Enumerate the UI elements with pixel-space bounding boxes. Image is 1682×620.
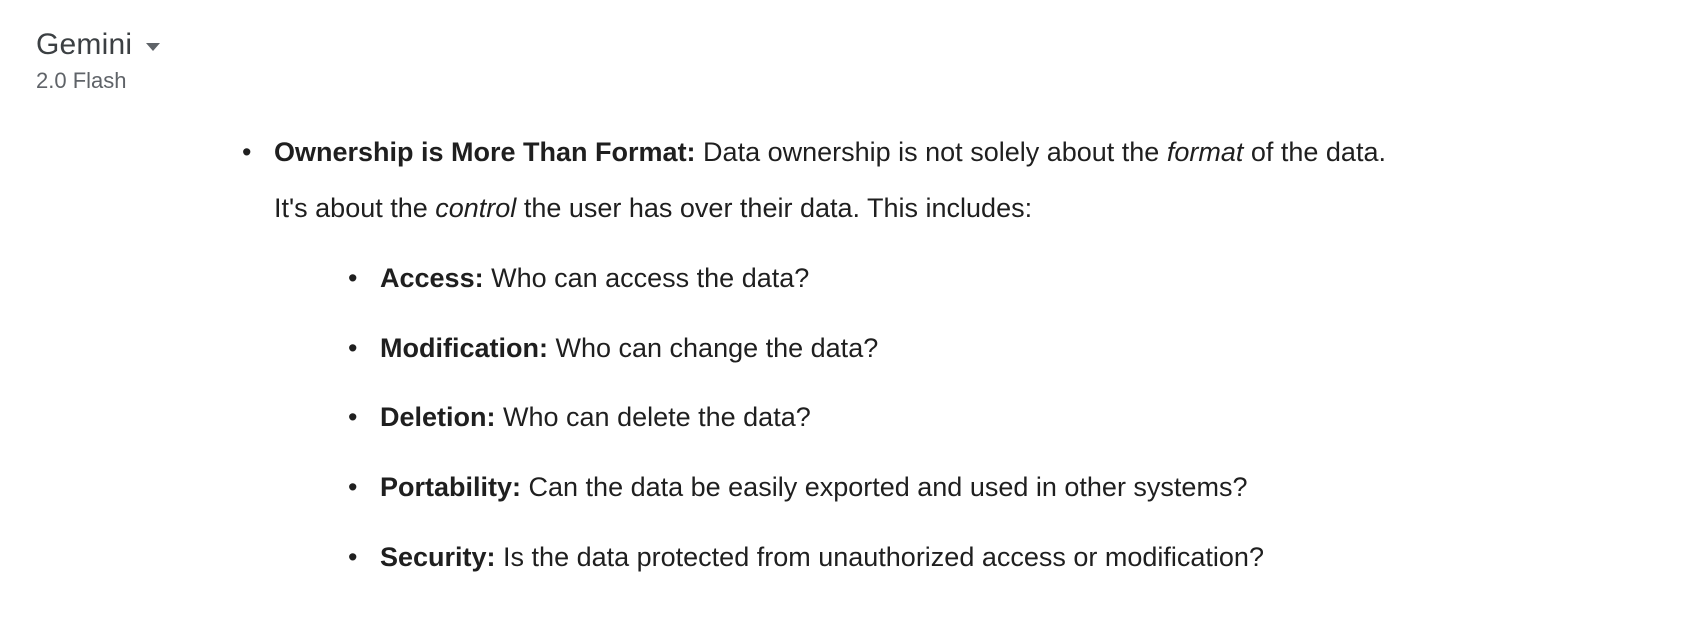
- main-italic-2: control: [435, 193, 516, 223]
- sub-label: Modification:: [380, 333, 548, 363]
- header: Gemini 2.0 Flash: [0, 0, 1682, 94]
- sub-label: Deletion:: [380, 402, 496, 432]
- model-version: 2.0 Flash: [36, 68, 1682, 94]
- main-line2: It's about the control the user has over…: [274, 188, 1662, 230]
- main-italic-1: format: [1167, 137, 1244, 167]
- sub-list: Access: Who can access the data? Modific…: [274, 258, 1662, 579]
- sub-text: Can the data be easily exported and used…: [521, 472, 1247, 502]
- sub-item-security: Security: Is the data protected from una…: [332, 537, 1662, 579]
- main-text-1: Data ownership is not solely about the: [696, 137, 1167, 167]
- sub-item-access: Access: Who can access the data?: [332, 258, 1662, 300]
- sub-item-deletion: Deletion: Who can delete the data?: [332, 397, 1662, 439]
- sub-text: Who can delete the data?: [496, 402, 811, 432]
- model-selector-dropdown[interactable]: Gemini: [36, 28, 160, 62]
- sub-label: Access:: [380, 263, 484, 293]
- bullet-main: Ownership is More Than Format: Data owne…: [226, 132, 1662, 579]
- sub-item-portability: Portability: Can the data be easily expo…: [332, 467, 1662, 509]
- sub-label: Security:: [380, 542, 496, 572]
- main-title: Ownership is More Than Format:: [274, 137, 696, 167]
- main-text-2: of the data.: [1243, 137, 1386, 167]
- sub-text: Is the data protected from unauthorized …: [496, 542, 1264, 572]
- sub-label: Portability:: [380, 472, 521, 502]
- sub-item-modification: Modification: Who can change the data?: [332, 328, 1662, 370]
- sub-text: Who can change the data?: [548, 333, 878, 363]
- line2-pre: It's about the: [274, 193, 435, 223]
- sub-text: Who can access the data?: [484, 263, 810, 293]
- caret-down-icon: [146, 43, 160, 51]
- line2-post: the user has over their data. This inclu…: [516, 193, 1032, 223]
- response-content: Ownership is More Than Format: Data owne…: [0, 94, 1682, 579]
- model-name: Gemini: [36, 28, 132, 62]
